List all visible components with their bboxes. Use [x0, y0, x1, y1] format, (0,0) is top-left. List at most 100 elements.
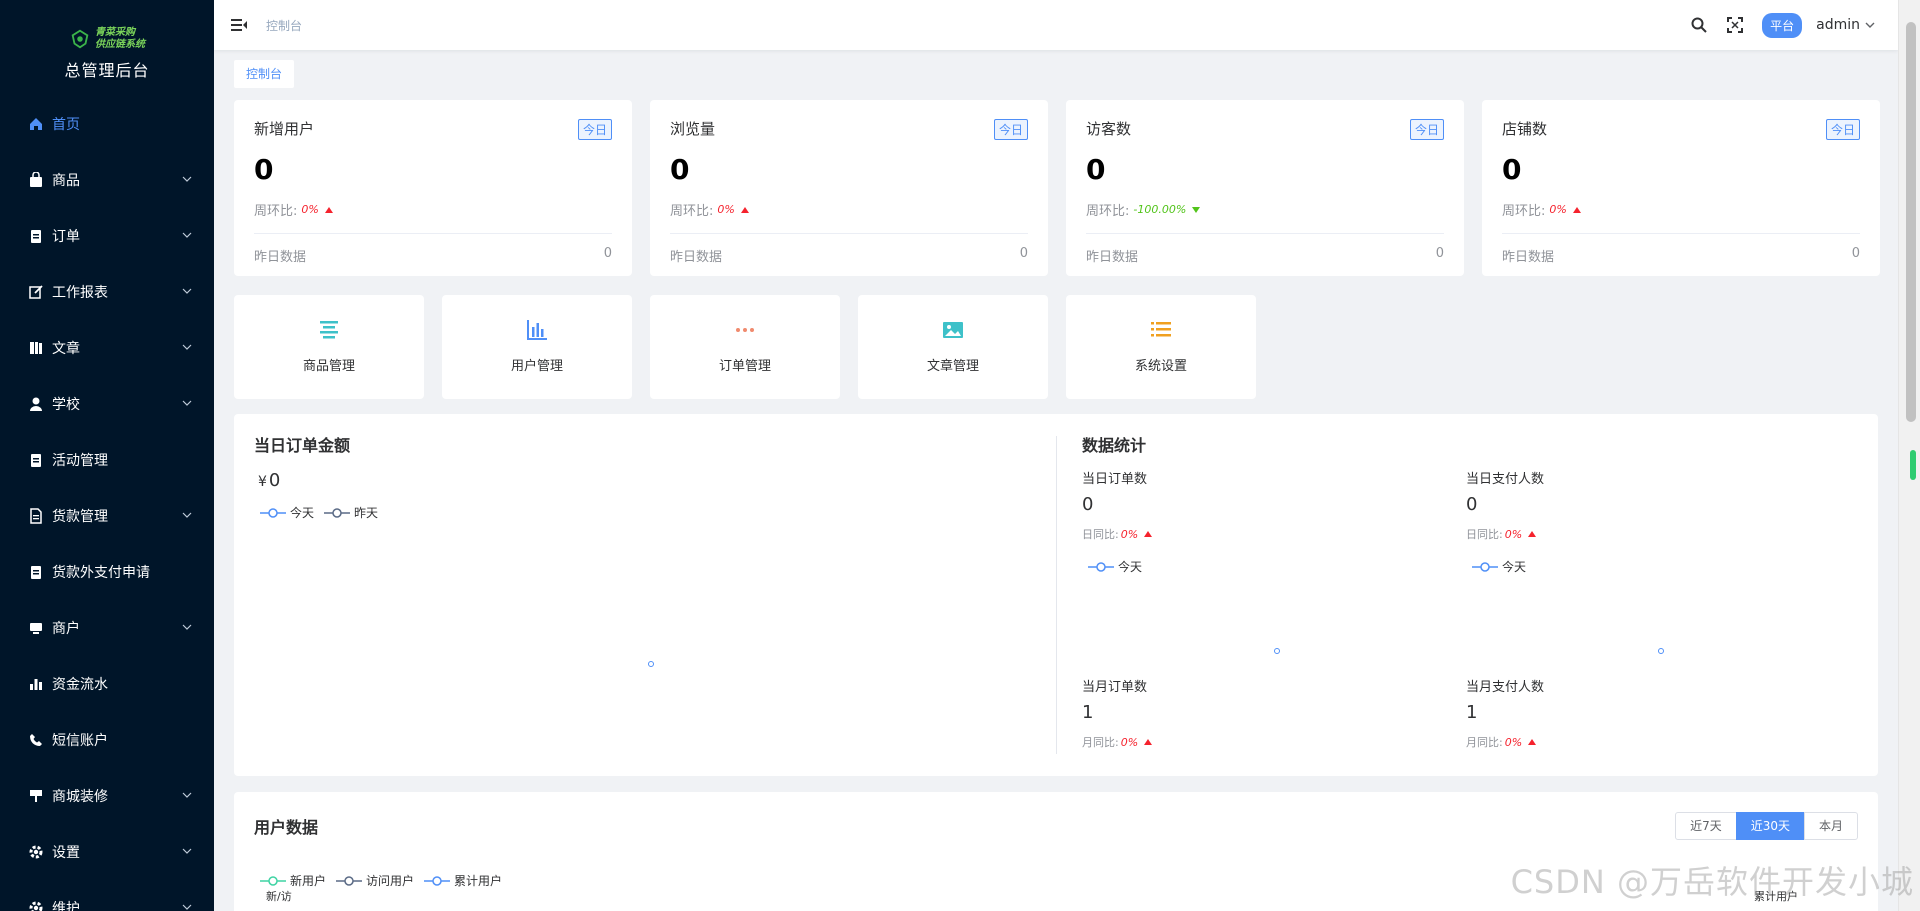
sidebar-item-8[interactable]: 货款外支付申请 [0, 544, 214, 600]
ratio-label: 周环比: [1502, 204, 1546, 219]
fullscreen-icon[interactable] [1726, 16, 1744, 34]
panel-divider [1056, 436, 1057, 754]
stat-card: 浏览量 今日 0 周环比: 0% 昨日数据 0 [650, 100, 1048, 276]
sidebar-item-label: 维护 [52, 901, 80, 911]
edit-icon [29, 285, 43, 299]
divider [254, 233, 612, 234]
scroll-marker [1910, 450, 1916, 480]
bar-chart-icon [30, 679, 42, 690]
sidebar-item-6[interactable]: 活动管理 [0, 432, 214, 488]
legend-label: 累计用户 [454, 874, 503, 888]
legend-line-icon [324, 507, 351, 518]
chevron-down-icon [182, 904, 192, 910]
search-icon[interactable] [1690, 16, 1708, 34]
tab-dashboard[interactable]: 控制台 [234, 60, 295, 88]
daily-orders-label: 当日订单数 [1082, 472, 1148, 487]
trend-up-icon [324, 206, 333, 213]
legend-today[interactable]: 今天 [260, 504, 314, 521]
chart-point [1274, 648, 1280, 654]
sidebar-item-5[interactable]: 学校 [0, 376, 214, 432]
sidebar-item-7[interactable]: 货款管理 [0, 488, 214, 544]
legend-new-users[interactable]: 新用户 [260, 872, 326, 889]
divider [1086, 233, 1444, 234]
sidebar-item-2[interactable]: 订单 [0, 208, 214, 264]
legend-label: 今天 [1502, 560, 1527, 574]
sidebar-item-4[interactable]: 文章 [0, 320, 214, 376]
shortcut-list-lines[interactable]: 商品管理 [234, 295, 424, 399]
clipboard-icon [31, 454, 41, 467]
monthly-orders-value: 1 [1082, 702, 1094, 723]
list-icon [1151, 322, 1171, 337]
legend-line-icon [1088, 561, 1114, 572]
yesterday-label: 昨日数据 [1502, 250, 1555, 265]
yesterday-value: 0 [1435, 246, 1444, 261]
chart-point [648, 661, 654, 667]
shortcut-image[interactable]: 文章管理 [858, 295, 1048, 399]
legend-line-icon [260, 507, 286, 518]
stat-ratio: 周环比: -100.00% [1086, 200, 1444, 219]
ratio-value: 0% [301, 203, 319, 216]
monthly-orders-label: 当月订单数 [1082, 680, 1148, 695]
legend-today[interactable]: 今天 [1472, 558, 1526, 575]
range-30-days-button[interactable]: 近30天 [1735, 812, 1805, 840]
legend-total-users[interactable]: 累计用户 [424, 872, 502, 889]
range-month-button[interactable]: 本月 [1803, 812, 1858, 840]
ratio-label: 周环比: [254, 204, 298, 219]
legend-line-icon [424, 875, 451, 886]
sidebar-item-label: 活动管理 [52, 453, 108, 469]
sidebar-item-13[interactable]: 设置 [0, 824, 214, 880]
header-actions: 平台 admin [1690, 0, 1898, 50]
sidebar-item-0[interactable]: 首页 [0, 96, 214, 152]
legend-line-icon [1472, 561, 1498, 572]
daily-orders-value: 0 [1082, 494, 1094, 515]
monthly-payers-ratio: 月同比: 0% [1466, 734, 1537, 750]
sidebar-item-1[interactable]: 商品 [0, 152, 214, 208]
sidebar-item-label: 商品 [52, 173, 80, 189]
legend-today[interactable]: 今天 [1088, 558, 1142, 575]
watermark: CSDN @万岳软件开发小城 [1510, 863, 1914, 901]
bar-chart-icon [527, 320, 547, 340]
sidebar-item-10[interactable]: 资金流水 [0, 656, 214, 712]
stat-title: 访客数 [1086, 120, 1132, 138]
collapse-menu-icon[interactable] [230, 16, 248, 34]
shortcut-bar-chart[interactable]: 用户管理 [442, 295, 632, 399]
scrollbar-thumb[interactable] [1906, 22, 1916, 422]
daily-orders-ratio: 日同比: 0% [1082, 526, 1153, 542]
trend-down-icon [1192, 206, 1201, 213]
legend-yesterday[interactable]: 昨天 [324, 504, 378, 521]
sidebar-item-label: 资金流水 [52, 677, 108, 693]
stat-card: 店铺数 今日 0 周环比: 0% 昨日数据 0 [1482, 100, 1880, 276]
daily-payers-ratio: 日同比: 0% [1466, 526, 1537, 542]
chevron-down-icon[interactable] [1864, 19, 1876, 31]
sidebar-item-9[interactable]: 商户 [0, 600, 214, 656]
stat-title: 店铺数 [1502, 120, 1548, 138]
sidebar-item-label: 货款外支付申请 [52, 565, 150, 581]
chart-point [1658, 648, 1664, 654]
sidebar-item-3[interactable]: 工作报表 [0, 264, 214, 320]
stat-value: 0 [1086, 153, 1106, 186]
legend-visit-users[interactable]: 访问用户 [336, 872, 414, 889]
page-scrollbar[interactable] [1898, 0, 1920, 911]
stat-footer: 昨日数据 0 [1086, 246, 1444, 265]
user-menu[interactable]: admin [1816, 17, 1860, 33]
sidebar-item-label: 工作报表 [52, 285, 108, 301]
shortcut-ellipsis[interactable]: 订单管理 [650, 295, 840, 399]
sidebar-item-14[interactable]: 维护 [0, 880, 214, 911]
logo-line-1: 青菜采购 [95, 27, 135, 38]
sidebar-item-12[interactable]: 商城装修 [0, 768, 214, 824]
ratio-value: 0% [717, 203, 735, 216]
trend-up-icon [1572, 206, 1581, 213]
stat-footer: 昨日数据 0 [670, 246, 1028, 265]
bag-icon [30, 172, 42, 187]
chevron-down-icon [182, 848, 192, 854]
shortcut-list[interactable]: 系统设置 [1066, 295, 1256, 399]
range-7-days-button[interactable]: 近7天 [1675, 812, 1737, 840]
breadcrumb[interactable]: 控制台 [266, 17, 302, 34]
stat-title: 新增用户 [254, 120, 315, 138]
trend-up-icon [740, 206, 749, 213]
shortcut-label: 商品管理 [302, 359, 355, 374]
sidebar-item-11[interactable]: 短信账户 [0, 712, 214, 768]
logo: 青菜采购 供应链系统 总管理后台 [0, 0, 214, 96]
stat-card: 新增用户 今日 0 周环比: 0% 昨日数据 0 [234, 100, 632, 276]
platform-badge[interactable]: 平台 [1762, 12, 1803, 38]
